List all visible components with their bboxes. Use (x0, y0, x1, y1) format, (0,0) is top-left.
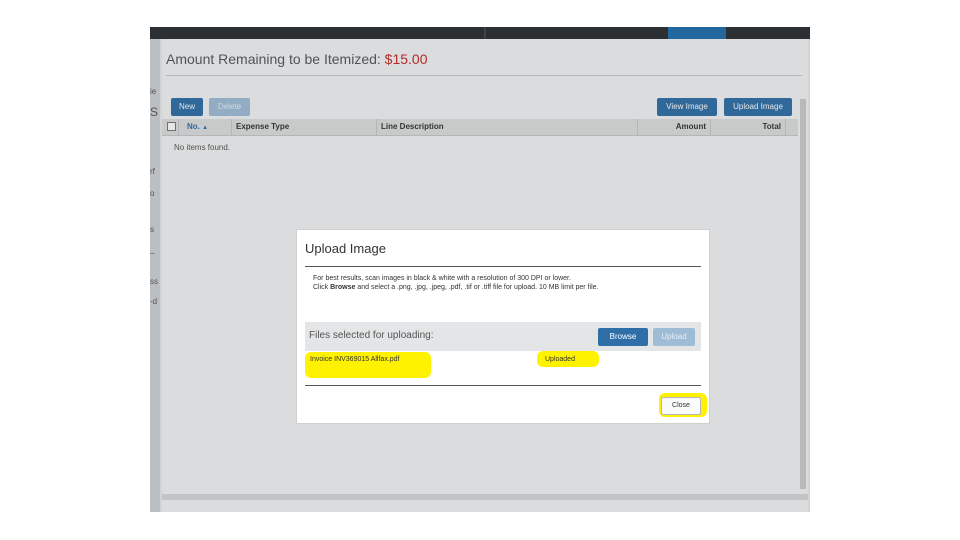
instructions-text: Click (313, 284, 331, 291)
browse-button[interactable]: Browse (598, 328, 648, 346)
files-section-header: Files selected for uploading: Browse Upl… (305, 322, 701, 351)
dialog-title: Upload Image (305, 241, 386, 256)
instructions-line-2: Click Browse and select a .png, .jpg, .j… (313, 283, 598, 292)
files-section-label: Files selected for uploading: (309, 330, 434, 341)
instructions-line-1: For best results, scan images in black &… (313, 275, 571, 282)
uploaded-filename: Invoice INV369015 Allfax.pdf (310, 356, 400, 363)
upload-status: Uploaded (545, 356, 575, 363)
instructions-text: and select a .png, .jpg, .jpeg, .pdf, .t… (355, 284, 599, 291)
upload-button[interactable]: Upload (653, 328, 695, 346)
close-button[interactable]: Close (661, 397, 701, 415)
file-row: Invoice INV369015 Allfax.pdf Uploaded (305, 351, 701, 386)
upload-instructions: For best results, scan images in black &… (313, 274, 598, 292)
instructions-browse-word: Browse (330, 284, 356, 291)
upload-image-dialog: Upload Image For best results, scan imag… (297, 230, 709, 423)
dialog-title-divider (305, 266, 701, 267)
